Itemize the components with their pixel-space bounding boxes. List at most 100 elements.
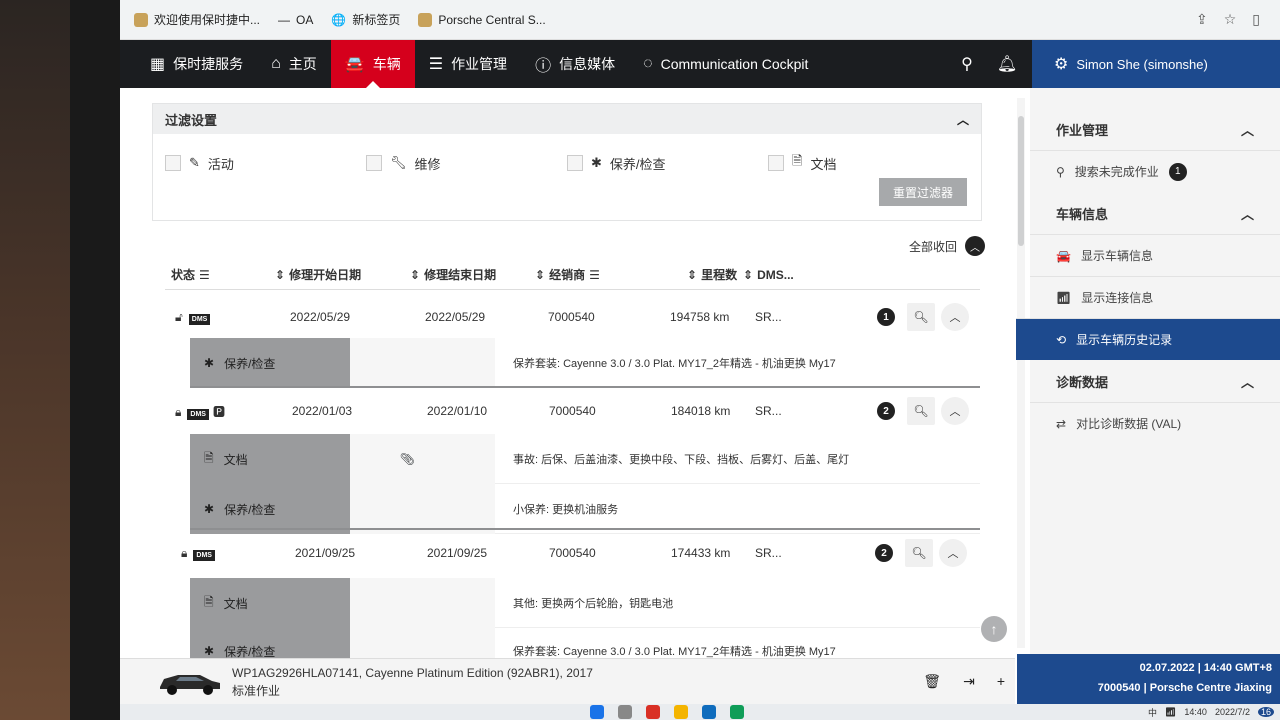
vehicle-info: WP1AG2926HLA07141, Cayenne Platinum Edit… [232, 664, 593, 700]
vehicle-bar: WP1AG2926HLA07141, Cayenne Platinum Edit… [120, 658, 1015, 704]
bookmark-newtab[interactable]: 🌐 新标签页 [331, 11, 400, 28]
search-open-jobs[interactable]: ⚲ 搜索未完成作业 1 [1030, 150, 1280, 192]
chevron-up-icon[interactable]: ︿ [939, 539, 967, 567]
search-details-icon[interactable]: 🔍︎ [907, 397, 935, 425]
table-row[interactable]: 🔒︎ DMS 🅿︎ 2022/01/03 2022/01/10 7000540 18… [165, 390, 980, 432]
filter-title: 过滤设置 [165, 112, 218, 128]
search-icon[interactable]: ⚲ [954, 51, 980, 77]
sub-description: 保养套装: Cayenne 3.0 / 3.0 Plat. MY17_2年精选 … [495, 338, 980, 388]
datetime: 02.07.2022 | 14:40 GMT+8 [1139, 662, 1272, 674]
chevron-up-icon[interactable]: ︿ [957, 111, 969, 128]
cog-icon: ✱ [204, 356, 215, 370]
paperclip-icon[interactable]: 📎︎ [400, 452, 415, 466]
user-menu[interactable]: ⚙ Simon She (simonshe) [1032, 40, 1280, 88]
system-tray: 中 📶︎ 14:40 2022/7/2 16 [1148, 706, 1280, 719]
nav-home[interactable]: ⌂ 主页 [257, 40, 331, 88]
col-end-date[interactable]: ⇕ 修理结束日期 [410, 266, 496, 283]
mileage: 184018 km [671, 404, 731, 418]
compare-diagnostic-data[interactable]: ⇄ 对比诊断数据 (VAL) [1030, 402, 1280, 444]
col-dealer[interactable]: ⇕ 经销商 ☰ [535, 266, 600, 283]
sub-attachment [350, 338, 495, 388]
dealer-name: 7000540 | Porsche Centre Jiaxing [1097, 682, 1272, 694]
sub-attachment [350, 578, 495, 628]
filter-panel: 过滤设置 ︿ ✎ 活动 🔧︎ 维修 ✱ 保养/检查 🗎 文档 重置过滤器 [152, 103, 982, 221]
chrome-icon[interactable] [646, 705, 660, 719]
wrench-icon: 🔧︎ [390, 155, 407, 170]
windows-start-icon[interactable] [590, 705, 604, 719]
parking-icon: 🅿︎ [212, 404, 225, 419]
section-job-management[interactable]: 作业管理 ︿ [1030, 108, 1280, 150]
trash-icon[interactable]: 🗑︎ [923, 673, 941, 690]
status-cell: 🔓︎ DMS [175, 309, 211, 325]
chevron-up-icon[interactable]: ︿ [941, 397, 969, 425]
sub-tag: ✱ 保养/检查 [190, 484, 350, 534]
vehicle-vin: WP1AG2926HLA07141, Cayenne Platinum Edit… [232, 665, 593, 680]
clock-date[interactable]: 2022/7/2 [1215, 707, 1250, 717]
filter-activity[interactable]: ✎ 活动 [165, 152, 366, 174]
nav-job-management[interactable]: ☰ 作业管理 [415, 40, 521, 88]
nav-vehicle[interactable]: 🚘 车辆 [330, 40, 415, 88]
sub-entry: ✱ 保养/检查 保养套装: Cayenne 3.0 / 3.0 Plat. MY1… [190, 338, 980, 388]
table-row[interactable]: 🔓︎ DMS 2022/05/29 2022/05/29 7000540 1947… [165, 296, 980, 338]
col-start-date[interactable]: ⇕ 修理开始日期 [275, 266, 361, 283]
star-icon[interactable]: ☆ [1224, 11, 1237, 28]
filter-header[interactable]: 过滤设置 ︿ [153, 104, 981, 134]
transfer-icon[interactable]: ⇥ [963, 673, 975, 690]
sub-attachment: 📎︎ [350, 434, 495, 484]
monitor-bezel [70, 0, 125, 720]
reset-filter-button[interactable]: 重置过滤器 [879, 178, 967, 206]
section-diagnostic-data[interactable]: 诊断数据 ︿ [1030, 360, 1280, 402]
bookmark-welcome[interactable]: 欢迎使用保时捷中... [134, 11, 260, 28]
checkbox[interactable] [768, 155, 784, 171]
compare-arrows-icon: ⇄ [1056, 416, 1067, 431]
search-details-icon[interactable]: 🔍︎ [907, 303, 935, 331]
filter-document[interactable]: 🗎 文档 [768, 152, 969, 174]
bookmarks-bar: 欢迎使用保时捷中... — OA 🌐 新标签页 Porsche Central S.… [120, 0, 1280, 40]
show-vehicle-history[interactable]: ⟲ 显示车辆历史记录 [1016, 318, 1280, 360]
scroll-to-top-button[interactable]: ↑ [981, 616, 1007, 642]
bookmark-porsche-central[interactable]: Porsche Central S... [418, 12, 546, 27]
chevron-up-icon[interactable]: ︿ [941, 303, 969, 331]
edge-icon[interactable] [730, 705, 744, 719]
sub-tag: ✱ 保养/检查 [190, 626, 350, 658]
dealer: 7000540 [549, 404, 596, 418]
checkbox[interactable] [567, 155, 583, 171]
show-vehicle-info[interactable]: 🚘 显示车辆信息 [1030, 234, 1280, 276]
dealer: 7000540 [549, 546, 596, 560]
col-dms[interactable]: ⇕ DMS... [743, 268, 794, 282]
nav-porsche-service[interactable]: ▦ 保时捷服务 [120, 40, 257, 88]
col-mileage[interactable]: ⇕ 里程数 [687, 266, 737, 283]
share-icon[interactable]: ⇪ [1196, 11, 1208, 28]
filter-repair[interactable]: 🔧︎ 维修 [366, 152, 567, 174]
table-row[interactable]: 🔒︎ DMS 2021/09/25 2021/09/25 7000540 1744… [165, 532, 980, 574]
search-icon[interactable] [618, 705, 632, 719]
nav-infomedia[interactable]: ⓘ 信息媒体 [521, 40, 629, 88]
chevron-up-icon: ︿ [1240, 206, 1254, 222]
search-details-icon[interactable]: 🔍︎ [905, 539, 933, 567]
checkbox[interactable] [366, 155, 382, 171]
end-date: 2021/09/25 [427, 546, 488, 560]
sort-icon: ⇕ [535, 267, 546, 282]
add-icon[interactable]: + [997, 673, 1005, 690]
filter-icon: ☰ [199, 267, 210, 282]
lock-open-icon: 🔓︎ [175, 309, 183, 324]
sidebar-icon[interactable]: ▯ [1252, 11, 1260, 28]
filter-maintenance[interactable]: ✱ 保养/检查 [567, 152, 768, 174]
ime-indicator[interactable]: 中 [1148, 706, 1157, 719]
collapse-all-button[interactable]: 全部收回 ︿ [909, 236, 985, 256]
wifi-icon[interactable]: 📶︎ [1165, 707, 1176, 718]
checkbox[interactable] [165, 155, 181, 171]
nav-communication-cockpit[interactable]: ◌ Communication Cockpit [629, 40, 822, 88]
clock-time[interactable]: 14:40 [1184, 707, 1207, 717]
notification-badge[interactable]: 16 [1257, 707, 1274, 717]
main-scrollbar[interactable] [1017, 98, 1025, 648]
show-connection-info[interactable]: 📶︎ 显示连接信息 [1030, 276, 1280, 318]
bell-icon[interactable]: 🔔︎ [994, 51, 1020, 77]
globe-icon: 🌐 [331, 12, 347, 27]
section-vehicle-info[interactable]: 车辆信息 ︿ [1030, 192, 1280, 234]
bookmark-oa[interactable]: — OA [278, 13, 313, 27]
col-status[interactable]: 状态 ☰ [171, 266, 210, 283]
outlook-icon[interactable] [702, 705, 716, 719]
filter-icon: ☰ [589, 267, 600, 282]
folder-icon[interactable] [674, 705, 688, 719]
